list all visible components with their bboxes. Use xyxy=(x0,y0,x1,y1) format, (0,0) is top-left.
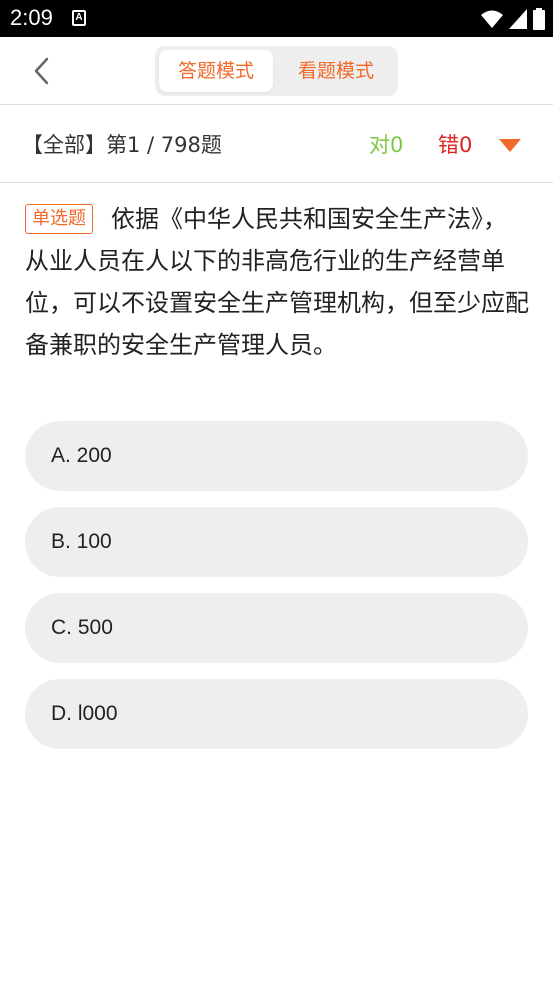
tab-answer-mode[interactable]: 答题模式 xyxy=(159,50,273,92)
info-bar: 【全部】第1 / 798题 对0 错0 xyxy=(0,105,553,183)
option-b[interactable]: B. 100 xyxy=(25,507,528,577)
chevron-left-icon xyxy=(34,57,49,85)
back-button[interactable] xyxy=(24,53,60,89)
battery-icon xyxy=(533,8,545,30)
question-progress: 【全部】第1 / 798题 xyxy=(22,133,222,157)
status-bar: 2:09 A xyxy=(0,0,553,37)
top-bar: 答题模式 看题模式 xyxy=(0,37,553,105)
wifi-icon xyxy=(481,10,503,28)
option-d[interactable]: D. l000 xyxy=(25,679,528,749)
mode-switch: 答题模式 看题模式 xyxy=(155,46,398,96)
status-icons xyxy=(481,8,545,30)
dropdown-arrow-icon[interactable] xyxy=(497,135,523,155)
option-a[interactable]: A. 200 xyxy=(25,421,528,491)
tab-view-mode[interactable]: 看题模式 xyxy=(279,50,393,92)
status-time: 2:09 xyxy=(10,5,53,30)
question-text: 依据《中华人民共和国安全生产法》，从业人员在人以下的非高危行业的生产经营单位，可… xyxy=(25,205,529,359)
option-c[interactable]: C. 500 xyxy=(25,593,528,663)
question-type-badge: 单选题 xyxy=(25,204,93,234)
signal-icon xyxy=(509,9,527,29)
correct-count: 对0 xyxy=(369,133,404,157)
notification-icon: A xyxy=(72,10,86,26)
question-stem: 单选题 依据《中华人民共和国安全生产法》，从业人员在人以下的非高危行业的生产经营单… xyxy=(25,198,530,366)
wrong-count: 错0 xyxy=(438,133,473,157)
